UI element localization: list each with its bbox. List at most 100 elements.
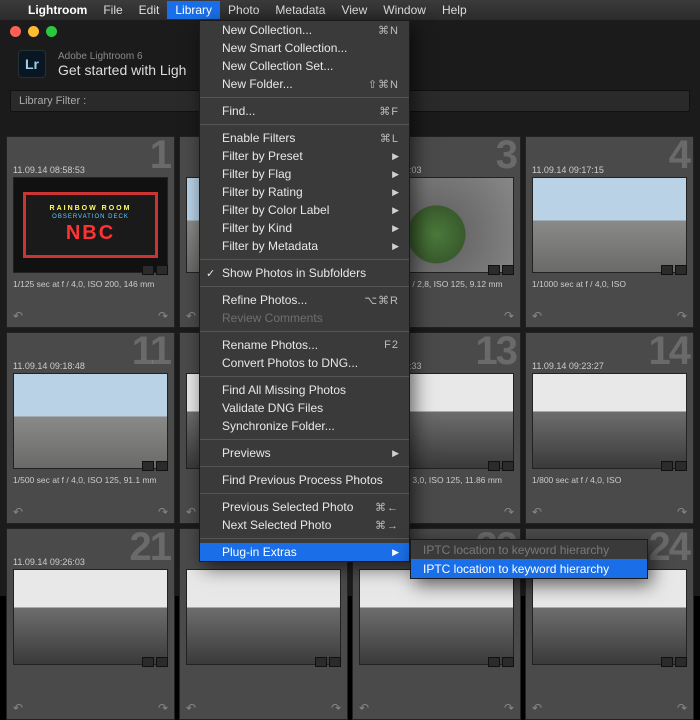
menu-separator (200, 331, 409, 332)
rotate-left-icon[interactable]: ↶ (186, 701, 196, 715)
menu-separator (200, 493, 409, 494)
menu-item[interactable]: Synchronize Folder... (200, 417, 409, 435)
menu-item-label: Next Selected Photo (222, 518, 331, 532)
menu-separator (200, 97, 409, 98)
menu-item[interactable]: ✓Show Photos in Subfolders (200, 264, 409, 282)
cell-timestamp: 11.09.14 09:26:03 (13, 557, 85, 567)
cell-index: 4 (669, 136, 689, 178)
cell-index: 11 (132, 332, 170, 374)
rotate-left-icon[interactable]: ↶ (186, 505, 196, 519)
menu-item[interactable]: New Collection...⌘N (200, 21, 409, 39)
menu-item[interactable]: Filter by Preset▶ (200, 147, 409, 165)
rotate-left-icon[interactable]: ↶ (359, 701, 369, 715)
menu-item[interactable]: Filter by Metadata▶ (200, 237, 409, 255)
menubar-item-metadata[interactable]: Metadata (267, 1, 333, 19)
rotate-left-icon[interactable]: ↶ (13, 309, 23, 323)
rotate-left-icon[interactable]: ↶ (532, 505, 542, 519)
menu-item[interactable]: Filter by Kind▶ (200, 219, 409, 237)
menu-item[interactable]: Previous Selected Photo⌘← (200, 498, 409, 516)
check-icon: ✓ (206, 267, 215, 280)
menu-item[interactable]: Find All Missing Photos (200, 381, 409, 399)
menu-shortcut: ⇧⌘N (368, 78, 399, 91)
rotate-right-icon[interactable]: ↷ (677, 701, 687, 715)
library-filter-label: Library Filter : (19, 95, 86, 107)
menu-shortcut: ⌘F (379, 105, 399, 118)
menubar-item-help[interactable]: Help (434, 1, 475, 19)
menu-item[interactable]: Plug-in Extras▶ (200, 543, 409, 561)
cell-badges (661, 657, 687, 667)
cell-timestamp: 11.09.14 09:18:48 (13, 361, 85, 371)
cell-index: 21 (130, 528, 171, 570)
rotate-left-icon[interactable]: ↶ (13, 701, 23, 715)
menu-item[interactable]: Previews▶ (200, 444, 409, 462)
rotate-right-icon[interactable]: ↷ (677, 505, 687, 519)
menu-item[interactable]: Filter by Flag▶ (200, 165, 409, 183)
cell-metadata: 1/500 sec at f / 4,0, ISO 125, 91.1 mm (13, 475, 168, 485)
menu-shortcut: ⌘← (375, 501, 399, 514)
cell-badges (488, 657, 514, 667)
menu-item-label: New Collection Set... (222, 59, 333, 73)
thumbnail-image[interactable] (13, 569, 168, 665)
menu-separator (200, 259, 409, 260)
menu-item[interactable]: Refine Photos...⌥⌘R (200, 291, 409, 309)
menu-item[interactable]: Next Selected Photo⌘→ (200, 516, 409, 534)
menu-item[interactable]: Find Previous Process Photos (200, 471, 409, 489)
menubar-item-window[interactable]: Window (375, 1, 434, 19)
thumbnail-image[interactable] (186, 569, 341, 665)
menu-item[interactable]: Filter by Color Label▶ (200, 201, 409, 219)
menubar-item-file[interactable]: File (95, 1, 130, 19)
thumbnail-image[interactable]: RAINBOW ROOMOBSERVATION DECKNBC (13, 177, 168, 273)
cell-index: 14 (649, 332, 690, 374)
menu-item[interactable]: Rename Photos...F2 (200, 336, 409, 354)
menu-item-label: Validate DNG Files (222, 401, 323, 415)
menubar-item-view[interactable]: View (333, 1, 375, 19)
menu-item[interactable]: Validate DNG Files (200, 399, 409, 417)
menubar-item-library[interactable]: Library (167, 1, 220, 19)
thumbnail-image[interactable] (359, 569, 514, 665)
rotate-right-icon[interactable]: ↷ (504, 701, 514, 715)
rotate-right-icon[interactable]: ↷ (158, 505, 168, 519)
library-menu: New Collection...⌘NNew Smart Collection.… (199, 20, 410, 562)
thumbnail-cell[interactable]: 11 11.09.14 09:18:48 1/500 sec at f / 4,0,… (6, 332, 175, 524)
rotate-right-icon[interactable]: ↷ (504, 309, 514, 323)
menu-item[interactable]: Filter by Rating▶ (200, 183, 409, 201)
submenu-item[interactable]: IPTC location to keyword hierarchy (411, 559, 647, 578)
menu-item-label: Find Previous Process Photos (222, 473, 383, 487)
menu-separator (200, 538, 409, 539)
rotate-left-icon[interactable]: ↶ (13, 505, 23, 519)
menu-item-label: Plug-in Extras (222, 545, 297, 559)
thumbnail-image[interactable] (532, 177, 687, 273)
menu-item[interactable]: New Folder...⇧⌘N (200, 75, 409, 93)
menu-item[interactable]: New Collection Set... (200, 57, 409, 75)
menubar-item-photo[interactable]: Photo (220, 1, 267, 19)
thumbnail-cell[interactable]: 1411.09.14 09:23:271/800 sec at f / 4,0,… (525, 332, 694, 524)
menu-separator (200, 286, 409, 287)
thumbnail-cell[interactable]: 111.09.14 08:58:53RAINBOW ROOMOBSERVATIO… (6, 136, 175, 328)
rotate-left-icon[interactable]: ↶ (532, 309, 542, 323)
minimize-icon[interactable] (28, 26, 39, 37)
submenu-item[interactable]: IPTC location to keyword hierarchy (411, 540, 647, 559)
thumbnail-cell[interactable]: 21 11.09.14 09:26:03 ↶ ↷ (6, 528, 175, 720)
menu-item[interactable]: Convert Photos to DNG... (200, 354, 409, 372)
thumbnail-cell[interactable]: 411.09.14 09:17:151/1000 sec at f / 4,0,… (525, 136, 694, 328)
menu-item[interactable]: New Smart Collection... (200, 39, 409, 57)
menubar-item-edit[interactable]: Edit (131, 1, 168, 19)
thumbnail-image[interactable] (532, 373, 687, 469)
rotate-right-icon[interactable]: ↷ (158, 701, 168, 715)
rotate-right-icon[interactable]: ↷ (158, 309, 168, 323)
rotate-right-icon[interactable]: ↷ (677, 309, 687, 323)
thumbnail-image[interactable] (532, 569, 687, 665)
close-icon[interactable] (10, 26, 21, 37)
zoom-icon[interactable] (46, 26, 57, 37)
menu-item[interactable]: Enable Filters⌘L (200, 129, 409, 147)
thumbnail-image[interactable] (13, 373, 168, 469)
menu-separator (200, 376, 409, 377)
rotate-left-icon[interactable]: ↶ (532, 701, 542, 715)
cell-badges (142, 265, 168, 275)
menubar-app-name[interactable]: Lightroom (20, 1, 95, 19)
rotate-right-icon[interactable]: ↷ (331, 701, 341, 715)
menu-item[interactable]: Find...⌘F (200, 102, 409, 120)
rotate-right-icon[interactable]: ↷ (504, 505, 514, 519)
rotate-left-icon[interactable]: ↶ (186, 309, 196, 323)
cell-badges (488, 461, 514, 471)
